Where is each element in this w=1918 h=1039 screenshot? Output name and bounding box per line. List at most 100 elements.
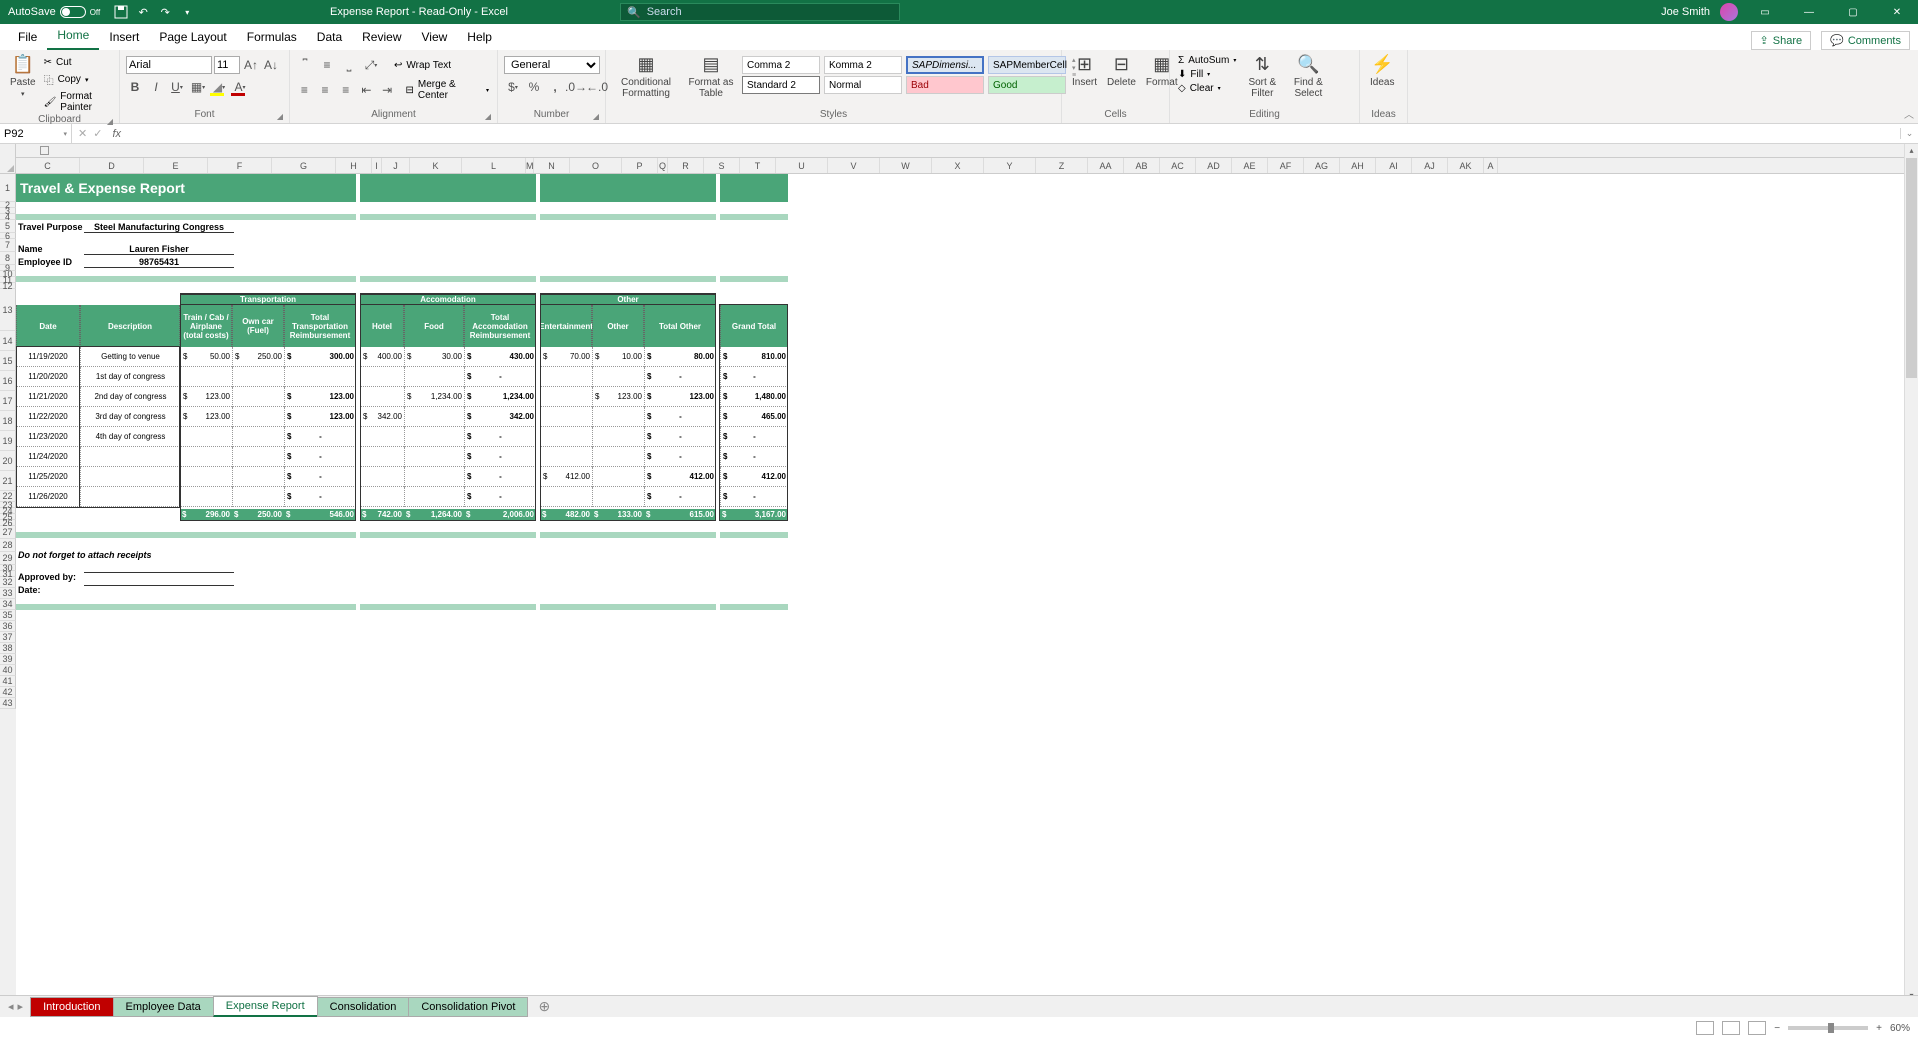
border-button[interactable]: ▦▾ — [189, 78, 207, 96]
data-cell[interactable]: 11/21/2020 — [16, 387, 80, 407]
data-cell[interactable]: $- — [464, 467, 536, 487]
tab-home[interactable]: Home — [47, 24, 99, 50]
data-cell[interactable]: $- — [644, 427, 716, 447]
row-header[interactable]: 43 — [0, 698, 16, 709]
collapse-ribbon-icon[interactable]: ︿ — [1904, 106, 1914, 121]
merge-center-button[interactable]: ⊟Merge & Center▾ — [404, 78, 492, 102]
data-cell[interactable]: $- — [644, 447, 716, 467]
column-header[interactable]: AG — [1304, 158, 1340, 173]
column-header[interactable]: AI — [1376, 158, 1412, 173]
row-header[interactable]: 15 — [0, 351, 16, 371]
data-cell[interactable]: 1st day of congress — [80, 367, 180, 387]
column-header[interactable]: P — [622, 158, 658, 173]
data-cell[interactable]: $342.00 — [360, 407, 404, 427]
style-good[interactable]: Good — [988, 76, 1066, 94]
data-cell[interactable]: 11/22/2020 — [16, 407, 80, 427]
data-cell[interactable]: $412.00 — [644, 467, 716, 487]
data-cell[interactable]: $1,234.00 — [464, 387, 536, 407]
column-header[interactable]: C — [16, 158, 80, 173]
bold-button[interactable]: B — [126, 78, 144, 96]
column-header[interactable]: AB — [1124, 158, 1160, 173]
view-page-layout-icon[interactable] — [1722, 1021, 1740, 1035]
data-cell[interactable]: $- — [644, 407, 716, 427]
data-cell[interactable] — [232, 447, 284, 467]
data-cell[interactable]: $1,234.00 — [404, 387, 464, 407]
data-cell[interactable] — [232, 427, 284, 447]
data-cell[interactable]: 11/19/2020 — [16, 347, 80, 367]
row-header[interactable]: 17 — [0, 391, 16, 411]
enter-formula-icon[interactable]: ✓ — [93, 127, 102, 140]
row-header[interactable]: 34 — [0, 599, 16, 610]
column-header[interactable]: AC — [1160, 158, 1196, 173]
data-cell[interactable] — [404, 487, 464, 507]
cancel-formula-icon[interactable]: ✕ — [78, 127, 87, 140]
tab-nav-next-icon[interactable]: ▸ — [18, 1000, 24, 1013]
data-cell[interactable]: $123.00 — [284, 407, 356, 427]
data-cell[interactable] — [232, 387, 284, 407]
data-cell[interactable]: $400.00 — [360, 347, 404, 367]
column-header[interactable]: X — [932, 158, 984, 173]
column-header[interactable]: I — [372, 158, 382, 173]
format-as-table-button[interactable]: ▤Format as Table — [682, 52, 740, 101]
column-header[interactable]: AA — [1088, 158, 1124, 173]
font-size-combo[interactable] — [214, 56, 240, 74]
align-bottom-icon[interactable]: ⎵ — [340, 56, 358, 74]
data-cell[interactable] — [360, 447, 404, 467]
paste-button[interactable]: 📋Paste▾ — [6, 52, 40, 100]
format-painter-button[interactable]: 🖌Format Painter — [42, 90, 113, 114]
data-cell[interactable] — [404, 407, 464, 427]
row-header[interactable]: 18 — [0, 411, 16, 431]
column-header[interactable]: L — [462, 158, 526, 173]
data-cell[interactable] — [232, 467, 284, 487]
font-color-button[interactable]: A▾ — [231, 78, 249, 96]
name-box[interactable]: P92▾ — [0, 124, 72, 143]
data-cell[interactable]: $430.00 — [464, 347, 536, 367]
style-sapmember[interactable]: SAPMemberCell — [988, 56, 1066, 74]
row-header[interactable]: 37 — [0, 632, 16, 643]
minimize-button[interactable]: — — [1792, 0, 1826, 24]
scroll-up-icon[interactable]: ▴ — [1905, 144, 1918, 158]
user-name[interactable]: Joe Smith — [1661, 6, 1710, 18]
column-header[interactable]: M — [526, 158, 534, 173]
data-cell[interactable]: $123.00 — [180, 387, 232, 407]
close-button[interactable]: ✕ — [1880, 0, 1914, 24]
underline-button[interactable]: U▾ — [168, 78, 186, 96]
decrease-decimal-icon[interactable]: ←.0 — [588, 78, 606, 96]
data-cell[interactable] — [180, 427, 232, 447]
wrap-text-button[interactable]: ↩Wrap Text — [392, 59, 453, 72]
zoom-in-button[interactable]: + — [1876, 1023, 1882, 1034]
data-cell[interactable]: $70.00 — [540, 347, 592, 367]
data-cell[interactable]: $- — [284, 467, 356, 487]
tab-nav-prev-icon[interactable]: ◂ — [8, 1000, 14, 1013]
align-left-icon[interactable]: ≡ — [296, 81, 313, 99]
save-icon[interactable] — [114, 5, 128, 19]
delete-cells-button[interactable]: ⊟Delete — [1103, 52, 1140, 90]
increase-decimal-icon[interactable]: .0→ — [567, 78, 585, 96]
data-cell[interactable] — [80, 447, 180, 467]
align-top-icon[interactable]: ⎴ — [296, 56, 314, 74]
orientation-icon[interactable]: ⤢▾ — [362, 56, 380, 74]
formula-input[interactable] — [125, 124, 1900, 143]
data-cell[interactable] — [80, 467, 180, 487]
insert-cells-button[interactable]: ⊞Insert — [1068, 52, 1101, 90]
data-cell[interactable]: 4th day of congress — [80, 427, 180, 447]
sheet-tab-employee-data[interactable]: Employee Data — [113, 997, 214, 1017]
column-header[interactable]: Q — [658, 158, 668, 173]
column-header[interactable]: U — [776, 158, 828, 173]
fill-button[interactable]: ⬇Fill▾ — [1176, 68, 1238, 81]
column-header[interactable]: A — [1484, 158, 1498, 173]
align-right-icon[interactable]: ≡ — [337, 81, 354, 99]
comma-button[interactable]: , — [546, 78, 564, 96]
row-headers[interactable]: 1234567891011121314151617181920212223242… — [0, 174, 16, 1003]
style-standard2[interactable]: Standard 2 — [742, 76, 820, 94]
zoom-slider[interactable] — [1788, 1026, 1868, 1030]
data-cell[interactable] — [404, 467, 464, 487]
column-header[interactable]: V — [828, 158, 880, 173]
data-cell[interactable] — [540, 407, 592, 427]
data-cell[interactable] — [180, 487, 232, 507]
data-cell[interactable]: $50.00 — [180, 347, 232, 367]
data-cell[interactable]: 11/20/2020 — [16, 367, 80, 387]
column-header[interactable]: AK — [1448, 158, 1484, 173]
italic-button[interactable]: I — [147, 78, 165, 96]
row-header[interactable]: 39 — [0, 654, 16, 665]
